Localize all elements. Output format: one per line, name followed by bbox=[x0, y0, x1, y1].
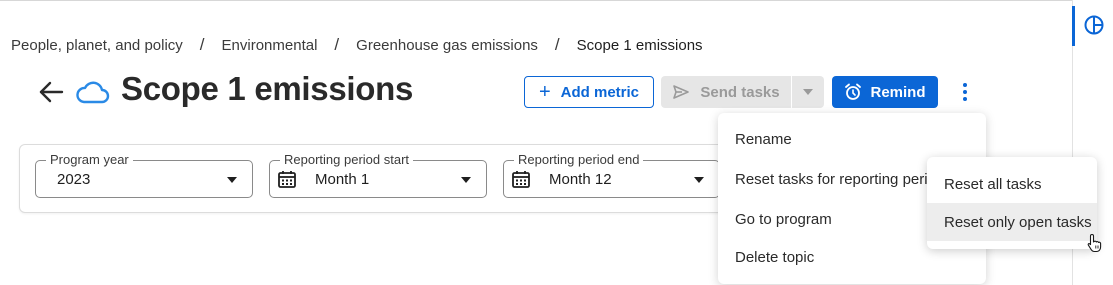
menu-item-go-to-program[interactable]: Go to program bbox=[735, 211, 832, 228]
menu-item-reset-tasks[interactable]: Reset tasks for reporting period bbox=[735, 171, 944, 188]
page-title: Scope 1 emissions bbox=[121, 70, 414, 107]
period-end-select[interactable]: Reporting period end Month 12 bbox=[503, 152, 720, 198]
period-end-label: Reporting period end bbox=[514, 152, 644, 168]
breadcrumb-item-ghg-emissions[interactable]: Greenhouse gas emissions bbox=[356, 37, 538, 54]
program-year-value: 2023 bbox=[57, 171, 91, 188]
add-metric-button[interactable]: + Add metric bbox=[524, 76, 654, 108]
submenu-item-reset-open-tasks[interactable]: Reset only open tasks bbox=[927, 203, 1097, 241]
submenu-item-reset-all-tasks[interactable]: Reset all tasks bbox=[927, 165, 1097, 203]
rail-active-indicator bbox=[1072, 6, 1075, 46]
hand-pointer-cursor-icon bbox=[1087, 233, 1102, 253]
top-divider bbox=[0, 0, 1113, 1]
add-metric-label: Add metric bbox=[560, 83, 640, 101]
remind-label: Remind bbox=[870, 83, 926, 101]
chevron-down-icon bbox=[227, 177, 237, 183]
cloud-icon bbox=[76, 81, 110, 104]
plus-icon: + bbox=[538, 81, 551, 103]
send-icon bbox=[673, 85, 690, 99]
calendar-icon bbox=[512, 171, 530, 188]
breadcrumb-item-people-planet-policy[interactable]: People, planet, and policy bbox=[11, 37, 183, 54]
chevron-down-icon bbox=[461, 177, 471, 183]
alarm-clock-icon bbox=[845, 83, 862, 100]
remind-button[interactable]: Remind bbox=[832, 76, 938, 108]
chevron-down-icon bbox=[694, 177, 704, 183]
chevron-down-icon bbox=[803, 89, 813, 95]
send-tasks-label: Send tasks bbox=[700, 83, 780, 101]
breadcrumb-item-current: Scope 1 emissions bbox=[576, 36, 703, 54]
period-start-value: Month 1 bbox=[315, 171, 370, 188]
calendar-icon bbox=[278, 171, 296, 188]
period-start-label: Reporting period start bbox=[280, 152, 414, 168]
breadcrumb-item-environmental[interactable]: Environmental bbox=[222, 37, 318, 54]
period-end-value: Month 12 bbox=[549, 171, 612, 188]
back-arrow-icon[interactable] bbox=[37, 78, 65, 106]
program-year-label: Program year bbox=[46, 152, 133, 168]
reset-tasks-submenu: Reset all tasks Reset only open tasks bbox=[927, 157, 1097, 249]
more-options-kebab-icon[interactable] bbox=[956, 80, 974, 104]
menu-item-rename[interactable]: Rename bbox=[735, 131, 792, 148]
program-year-select[interactable]: Program year 2023 bbox=[35, 152, 253, 198]
period-start-select[interactable]: Reporting period start Month 1 bbox=[269, 152, 487, 198]
menu-item-delete-topic[interactable]: Delete topic bbox=[735, 249, 814, 266]
send-tasks-dropdown-button[interactable] bbox=[792, 76, 824, 108]
send-tasks-button[interactable]: Send tasks bbox=[661, 76, 791, 108]
breadcrumb-separator: / bbox=[334, 35, 340, 54]
pie-chart-icon[interactable] bbox=[1083, 14, 1105, 36]
breadcrumb-separator: / bbox=[199, 35, 205, 54]
breadcrumb: People, planet, and policy / Environment… bbox=[11, 35, 703, 55]
breadcrumb-separator: / bbox=[554, 35, 560, 54]
